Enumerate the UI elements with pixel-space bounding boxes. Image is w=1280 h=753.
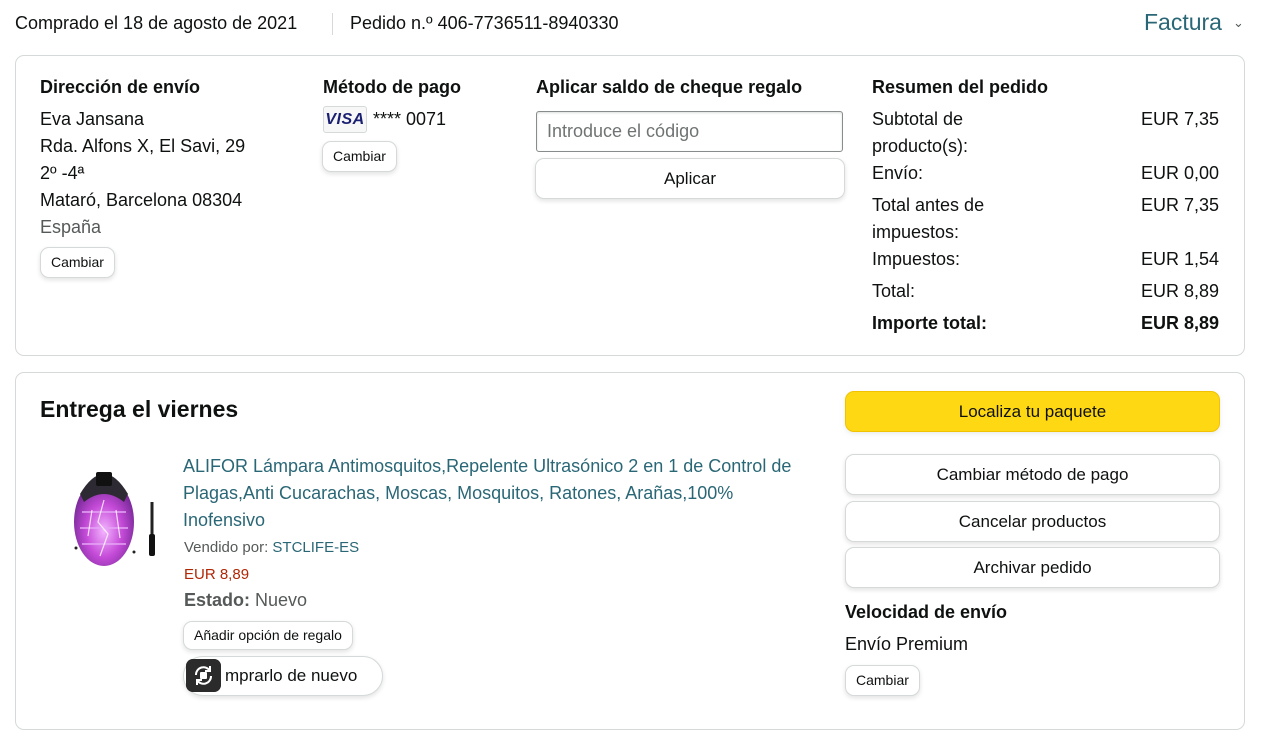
summary-value-total: EUR 8,89 [1140,281,1219,301]
card-number: **** 0071 [373,109,447,129]
summary-value-subtotal: EUR 7,35 [1140,109,1219,129]
summary-label-subtotal: Subtotal de producto(s): [872,109,969,156]
chevron-down-icon[interactable]: ⌄ [1233,15,1244,31]
order-header: Comprado el 18 de agosto de 2021 Pedido … [0,0,1280,48]
condition-label: Estado: [184,590,251,610]
order-date: Comprado el 18 de agosto de 2021 [15,13,298,33]
product-price: EUR 8,89 [184,566,250,583]
buy-again-label: mprarlo de nuevo [225,666,358,685]
change-payment-button[interactable]: Cambiar [322,141,397,172]
seller-link[interactable]: STCLIFE-ES [272,539,359,556]
recipient-name: Eva Jansana [40,109,145,129]
sold-by: Vendido por: STCLIFE-ES [184,539,359,556]
track-package-button[interactable]: Localiza tu paquete [845,391,1220,432]
change-shipping-speed-button[interactable]: Cambiar [845,665,920,696]
invoice-dropdown[interactable]: Factura [1144,9,1222,36]
apply-gift-card-button[interactable]: Aplicar [535,158,845,199]
gift-card-code-input[interactable] [536,111,843,152]
shipping-speed-value: Envío Premium [845,634,969,654]
product-image[interactable] [68,452,164,570]
change-payment-method-button[interactable]: Cambiar método de pago [845,454,1220,495]
summary-value-grand-total: EUR 8,89 [1140,313,1219,333]
summary-value-before-tax: EUR 7,35 [1140,195,1219,215]
condition-value: Nuevo [255,590,308,610]
order-number: Pedido n.º 406-7736511-8940330 [350,13,619,33]
sold-by-label: Vendido por: [184,539,269,556]
summary-label-total: Total: [872,281,916,301]
gift-card-heading: Aplicar saldo de cheque regalo [536,77,803,97]
shipping-address-heading: Dirección de envío [40,77,201,97]
payment-method-heading: Método de pago [323,77,461,97]
cancel-items-button[interactable]: Cancelar productos [845,501,1220,542]
delivery-title: Entrega el viernes [40,396,239,422]
product-title-link[interactable]: ALIFOR Lámpara Antimosquitos,Repelente U… [183,453,808,534]
add-gift-option-button[interactable]: Añadir opción de regalo [183,621,353,650]
address-line1: Rda. Alfons X, El Savi, 29 [40,136,246,156]
summary-label-tax: Impuestos: [872,249,961,269]
summary-label-shipping: Envío: [872,163,924,183]
visa-card-icon: VISA [323,106,367,133]
address-city: Mataró, Barcelona 08304 [40,190,243,210]
header-divider [332,13,333,35]
summary-value-tax: EUR 1,54 [1140,249,1219,269]
product-condition: Estado: Nuevo [184,590,307,611]
shipping-speed-heading: Velocidad de envío [845,602,1008,622]
change-address-button[interactable]: Cambiar [40,247,115,278]
summary-value-shipping: EUR 0,00 [1140,163,1219,183]
archive-order-button[interactable]: Archivar pedido [845,547,1220,588]
reload-icon[interactable] [186,659,221,692]
summary-label-grand-total: Importe total: [872,313,987,333]
address-line2: 2º -4ª [40,163,85,183]
order-summary-heading: Resumen del pedido [872,77,1049,97]
summary-label-before-tax: Total antes de impuestos: [872,195,985,242]
address-country: España [40,217,102,237]
